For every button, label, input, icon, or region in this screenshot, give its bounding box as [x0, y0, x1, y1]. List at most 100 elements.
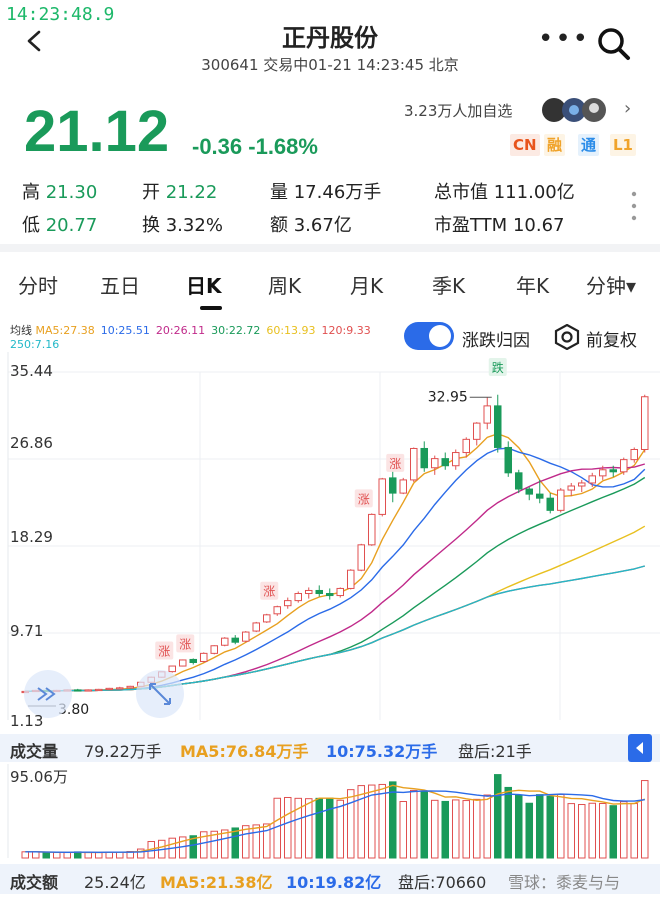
candle-body — [546, 497, 555, 511]
candle-body — [504, 446, 513, 474]
attribution-toggle[interactable] — [404, 322, 454, 350]
tab-quarterly-k[interactable]: 季K — [432, 270, 465, 299]
candle-body — [630, 448, 639, 461]
candle-body — [283, 600, 292, 607]
volume-bar — [588, 802, 597, 859]
adjust-settings-icon[interactable] — [554, 324, 580, 350]
candle-body — [609, 469, 618, 473]
ma-legend-item: 30:22.72 — [211, 324, 261, 337]
volume-bar — [525, 802, 534, 859]
volume-chart[interactable] — [0, 764, 660, 862]
ma-legend-item: 120:9.33 — [321, 324, 371, 337]
candle-body — [441, 458, 450, 467]
tab-minute[interactable]: 分钟▾ — [586, 270, 636, 299]
candle-body — [304, 589, 313, 595]
candle-body — [241, 631, 250, 642]
tab-weekly-k[interactable]: 周K — [268, 270, 301, 299]
volume-bar — [567, 803, 576, 859]
amount-ma5: MA5:21.38亿 — [160, 873, 273, 892]
candle-body — [483, 405, 492, 424]
price-axis-label: 35.44 — [10, 362, 53, 380]
stock-tag[interactable]: 通 — [578, 134, 600, 156]
watermark: 雪球：黍麦与与 — [508, 873, 621, 892]
volume-bar — [325, 797, 334, 859]
candle-body — [619, 459, 628, 473]
stock-tag[interactable]: 融 — [544, 134, 566, 156]
ma-legend-item: 20:26.11 — [155, 324, 206, 337]
volume-value: 79.22万手 — [84, 742, 162, 761]
section-divider — [0, 244, 660, 252]
candlestick-chart[interactable]: 32.95跌涨涨涨涨涨3.80 — [0, 352, 660, 734]
candle-body — [388, 477, 397, 494]
candle-body — [336, 587, 345, 597]
volume-bar — [283, 796, 292, 859]
scroll-left-icon[interactable] — [24, 670, 72, 718]
candle-body — [346, 569, 355, 589]
tab-yearly-k[interactable]: 年K — [516, 270, 549, 299]
volume-bar — [420, 791, 429, 859]
volume-bar — [546, 795, 555, 859]
ma-legend-label: 均线 — [10, 324, 36, 337]
candle-body — [462, 438, 471, 454]
candle-body — [210, 645, 219, 654]
volume-bar — [451, 799, 460, 859]
volume-bar — [388, 781, 397, 859]
more-icon[interactable]: ••• — [538, 24, 590, 54]
candle-body — [168, 665, 177, 673]
volume-bar — [84, 852, 93, 859]
ma-legend-item: 250:7.16 — [10, 338, 60, 351]
volume-bar — [336, 799, 345, 859]
ma-line — [25, 525, 646, 693]
volume-bar — [346, 789, 355, 859]
candle-body — [126, 685, 135, 689]
candle-body — [273, 606, 282, 615]
stock-tag[interactable]: CN — [510, 134, 540, 156]
stock-tag[interactable]: L1 — [610, 134, 636, 156]
volume-bar — [63, 852, 72, 859]
volume-bar — [378, 783, 387, 859]
volume-bar — [577, 804, 586, 859]
tab-five-day[interactable]: 五日 — [100, 270, 140, 299]
tab-intraday[interactable]: 分时 — [18, 270, 58, 299]
candle-body — [399, 479, 408, 494]
chevron-right-icon[interactable]: › — [624, 98, 631, 119]
candle-body — [525, 488, 534, 495]
search-icon[interactable] — [596, 26, 632, 62]
tab-monthly-k[interactable]: 月K — [350, 270, 383, 299]
rise-tag-text: 涨 — [158, 644, 170, 659]
ma-line — [25, 565, 645, 693]
candle-body — [430, 458, 439, 469]
price-axis-label: 1.13 — [10, 712, 44, 730]
volume-bar — [252, 824, 261, 859]
watchers-count[interactable]: 3.23万人加自选 — [404, 100, 512, 121]
price-axis-label: 26.86 — [10, 434, 53, 452]
attribution-toggle-label[interactable]: 涨跌归因 — [462, 326, 530, 351]
collapse-left-icon[interactable] — [628, 734, 652, 762]
volume-label[interactable]: 成交量 — [10, 738, 58, 762]
volume-bar — [231, 827, 240, 859]
expand-stats-icon[interactable] — [630, 190, 638, 222]
volume-bar — [493, 774, 502, 859]
candle-body — [294, 593, 303, 602]
avatar-group[interactable] — [540, 96, 616, 124]
candle-body — [220, 637, 229, 646]
volume-bar — [304, 798, 313, 859]
stat-open: 开 21.22 — [142, 182, 218, 203]
price-change: -0.36 -1.68% — [192, 134, 318, 159]
volume-bar — [409, 789, 418, 859]
volume-bar — [315, 797, 324, 859]
volume-bar — [21, 851, 30, 859]
tab-daily-k[interactable]: 日K — [186, 270, 222, 299]
amount-value: 25.24亿 — [84, 873, 146, 892]
price-adjust-option[interactable]: 前复权 — [586, 326, 637, 351]
amount-label[interactable]: 成交额 — [10, 869, 58, 893]
ma-legend-item: 60:13.93 — [266, 324, 316, 337]
volume-bar — [556, 793, 565, 859]
volume-bar — [640, 780, 649, 859]
trading-status: 300641 交易中01-21 14:23:45 北京 — [201, 56, 459, 74]
volume-bar — [430, 799, 439, 859]
active-tab-indicator — [200, 306, 222, 310]
volume-ma10: 10:75.32万手 — [326, 742, 438, 761]
stat-high: 高 21.30 — [22, 182, 98, 203]
candle-body — [189, 658, 198, 663]
